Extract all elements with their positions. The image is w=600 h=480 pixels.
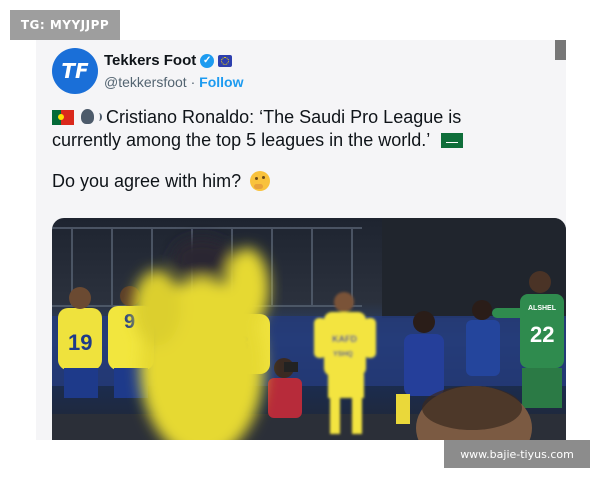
avatar-initials: TF: [61, 59, 89, 83]
watermark-top-left: TG: MYYJJPP: [10, 10, 120, 40]
tweet-card: TF Tekkers Foot ✓ @tekkersfoot · Follow …: [36, 40, 566, 440]
handle-separator: ·: [190, 74, 196, 90]
author-display-name[interactable]: Tekkers Foot: [104, 52, 196, 69]
follow-button[interactable]: Follow: [199, 74, 243, 90]
photo-scene: 19 9 3: [52, 218, 566, 440]
jersey-number-19: 19: [68, 330, 92, 355]
eu-flag-icon: [218, 54, 233, 67]
tweet-question-text: Do you agree with him?: [52, 171, 242, 191]
watermark-bottom-right: www.bajie-tiyus.com: [444, 440, 590, 468]
author-handle[interactable]: @tekkersfoot: [104, 74, 187, 90]
saudi-flag-icon: [440, 133, 463, 148]
portugal-flag-icon: [52, 110, 74, 125]
opponent-shirt-name: ALSHEL: [528, 305, 557, 312]
speaking-head-icon: [81, 108, 103, 126]
player-19: 19: [58, 287, 102, 398]
tweet-line-quote: Cristiano Ronaldo: ‘The Saudi Pro League…: [52, 106, 532, 152]
tweet-quote-text: Cristiano Ronaldo: ‘The Saudi Pro League…: [52, 107, 462, 150]
foreground-blurred-players: [133, 238, 269, 440]
sponsor-text: YSHQ: [333, 351, 353, 358]
verified-badge-icon: ✓: [200, 53, 215, 68]
tweet-line-question: Do you agree with him?: [52, 170, 532, 193]
ronaldo-shirt-text: KAFD: [332, 334, 357, 344]
author-name-row: Tekkers Foot ✓: [104, 52, 233, 69]
tweet-body: Cristiano Ronaldo: ‘The Saudi Pro League…: [52, 106, 532, 193]
thinking-face-icon: [250, 171, 271, 191]
avatar[interactable]: TF: [52, 48, 98, 94]
author-handle-row: @tekkersfoot · Follow: [104, 74, 243, 90]
jersey-number-22: 22: [530, 322, 554, 347]
scrollbar-thumb[interactable]: [555, 40, 566, 60]
tweet-photo[interactable]: 19 9 3: [52, 218, 566, 440]
